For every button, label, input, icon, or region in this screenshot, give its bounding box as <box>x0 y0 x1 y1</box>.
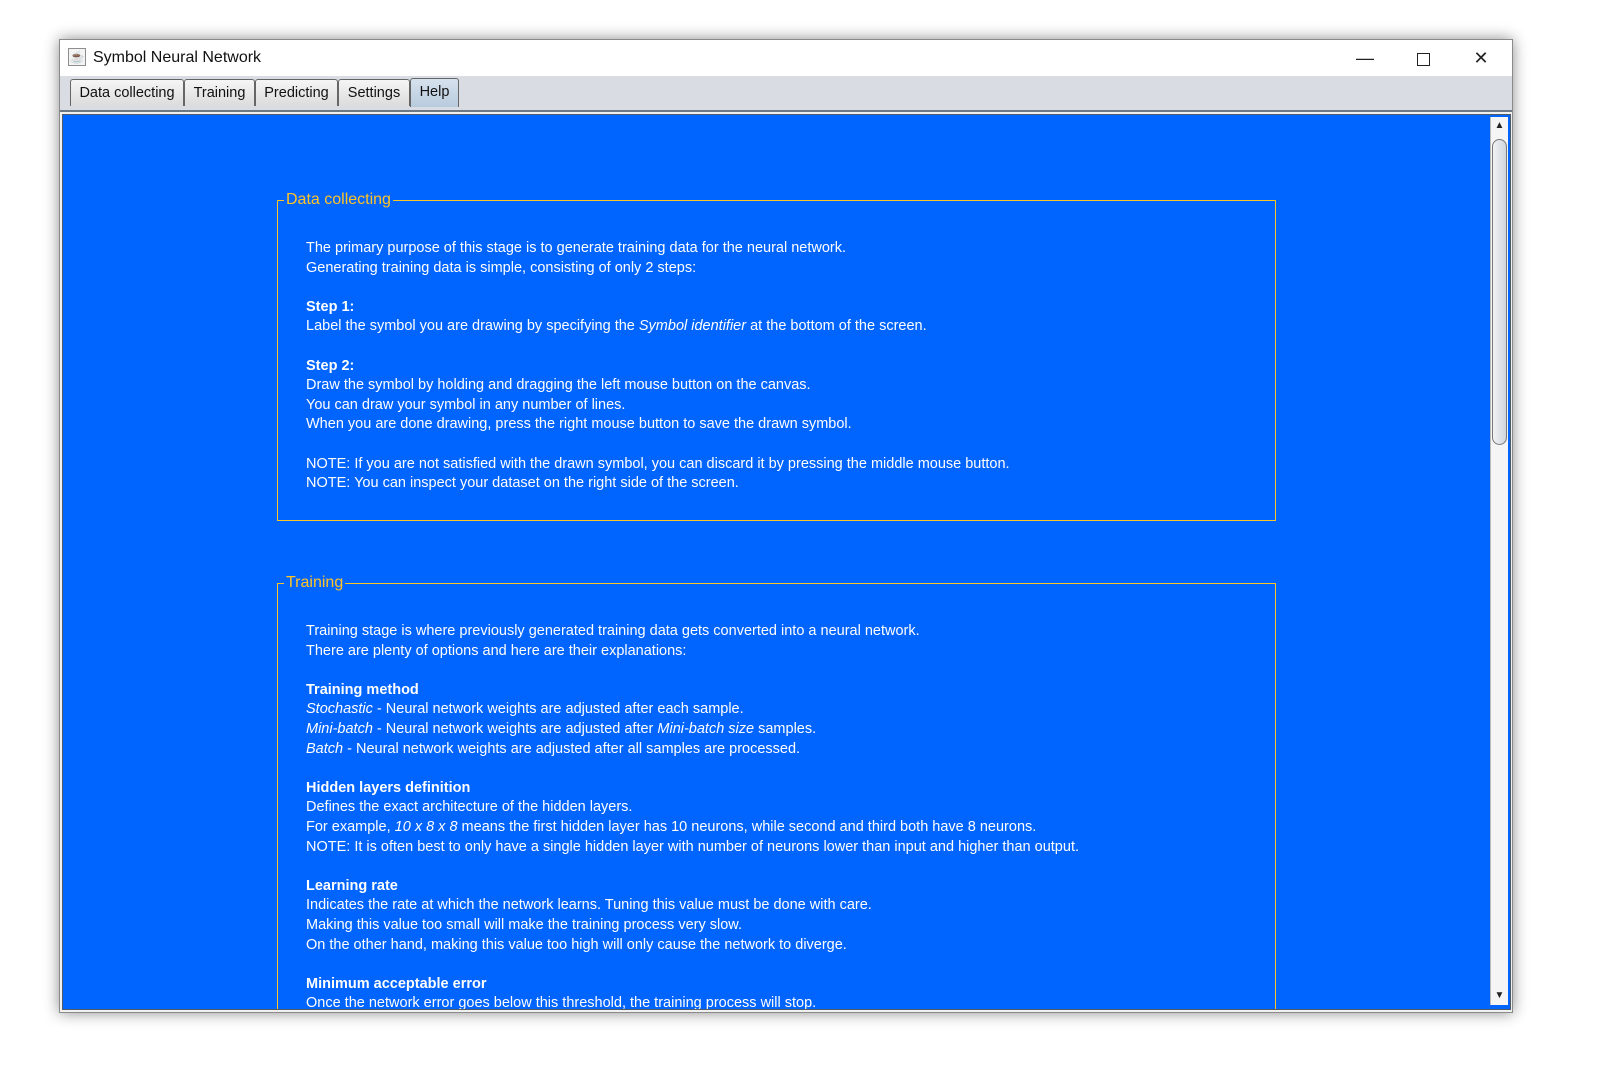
vertical-scrollbar[interactable]: ▲ ▼ <box>1490 117 1508 1005</box>
text-line: Mini-batch - Neural network weights are … <box>306 720 817 737</box>
text-line: Generating training data is simple, cons… <box>306 259 697 276</box>
text-line: Batch - Neural network weights are adjus… <box>306 740 801 757</box>
window-title: Symbol Neural Network <box>93 49 262 66</box>
option-heading: Minimum acceptable error <box>306 975 487 992</box>
section-title: Training <box>284 574 346 592</box>
text-line: Indicates the rate at which the network … <box>306 897 872 914</box>
minimize-button[interactable]: — <box>1336 40 1394 76</box>
tab-training[interactable]: Training <box>184 79 255 106</box>
note-line: NOTE: It is often best to only have a si… <box>306 838 1079 855</box>
step-heading: Step 2: <box>306 357 355 374</box>
text-line: Stochastic - Neural network weights are … <box>306 701 744 718</box>
text-line: Making this value too small will make th… <box>306 916 742 933</box>
java-cup-icon: ☕ <box>68 48 86 66</box>
scroll-down-arrow[interactable]: ▼ <box>1491 987 1508 1005</box>
text-line: On the other hand, making this value too… <box>306 936 847 953</box>
note-line: NOTE: If you are not satisfied with the … <box>306 455 1010 472</box>
scroll-up-arrow[interactable]: ▲ <box>1491 117 1508 135</box>
help-content-panel[interactable]: Data collecting The primary purpose of t… <box>62 114 1511 1010</box>
tab-bar: Data collecting Training Predicting Sett… <box>60 76 1512 112</box>
note-line: NOTE: You can inspect your dataset on th… <box>306 475 739 492</box>
training-section: Training Training stage is where previou… <box>277 574 1276 1010</box>
text-line: Once the network error goes below this t… <box>306 995 817 1010</box>
data-collecting-section: Data collecting The primary purpose of t… <box>277 191 1276 521</box>
tab-predicting[interactable]: Predicting <box>255 79 338 106</box>
text-line: Defines the exact architecture of the hi… <box>306 799 633 816</box>
text-line: Training stage is where previously gener… <box>306 623 920 639</box>
option-heading: Training method <box>306 681 419 698</box>
option-heading: Learning rate <box>306 877 398 894</box>
maximize-button[interactable] <box>1394 40 1452 76</box>
title-bar: ☕ Symbol Neural Network — ✕ <box>60 40 1512 76</box>
text-line: You can draw your symbol in any number o… <box>306 396 626 413</box>
text-line: Label the symbol you are drawing by spec… <box>306 318 927 335</box>
maximize-icon <box>1416 52 1430 66</box>
tab-data-collecting[interactable]: Data collecting <box>70 79 184 106</box>
section-title: Data collecting <box>284 191 393 209</box>
main-window: ☕ Symbol Neural Network — ✕ Data collect… <box>59 39 1513 1013</box>
tab-settings[interactable]: Settings <box>338 79 410 106</box>
option-heading: Hidden layers definition <box>306 779 471 796</box>
text-line: There are plenty of options and here are… <box>306 642 687 659</box>
close-button[interactable]: ✕ <box>1452 40 1510 76</box>
text-line: The primary purpose of this stage is to … <box>306 240 847 256</box>
scroll-thumb[interactable] <box>1492 139 1507 445</box>
text-line: For example, 10 x 8 x 8 means the first … <box>306 818 1037 835</box>
text-line: When you are done drawing, press the rig… <box>306 416 852 433</box>
step-heading: Step 1: <box>306 298 355 315</box>
tab-help[interactable]: Help <box>410 78 459 107</box>
text-line: Draw the symbol by holding and dragging … <box>306 377 811 394</box>
